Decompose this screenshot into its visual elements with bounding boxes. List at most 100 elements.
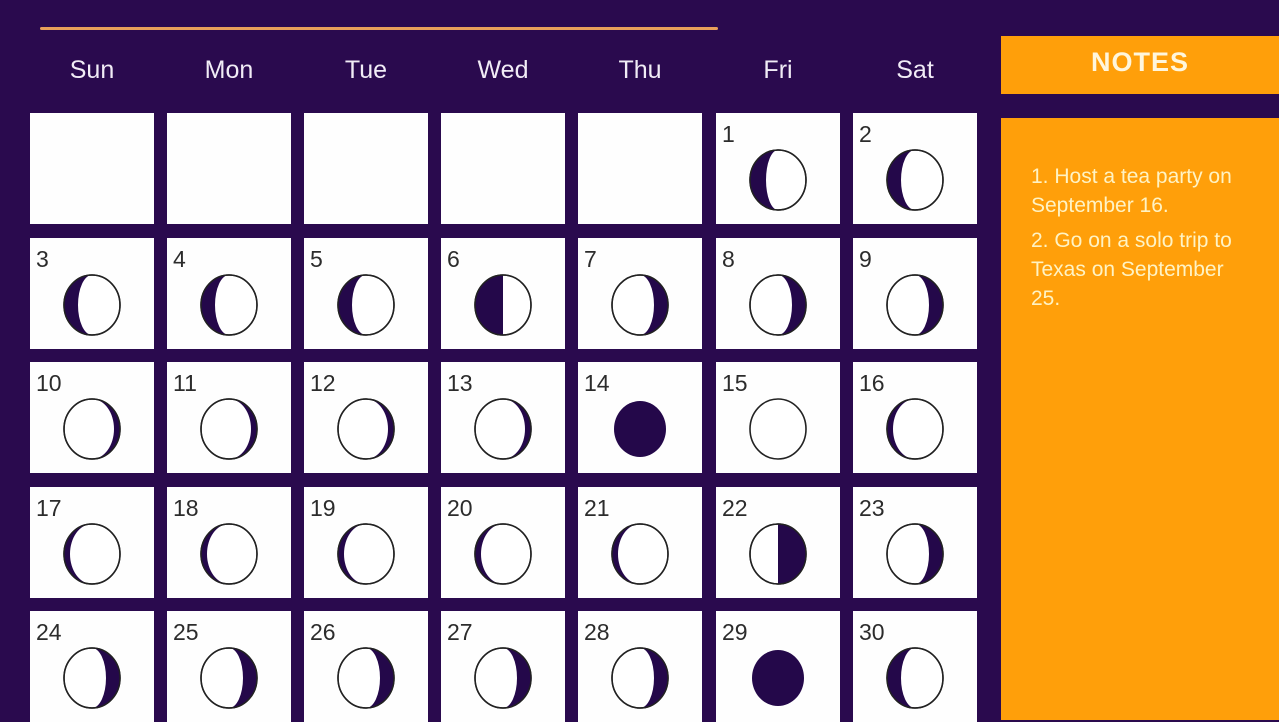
- moon-phase-icon: [474, 274, 532, 336]
- day-cell[interactable]: 18: [167, 487, 291, 598]
- day-cell[interactable]: 23: [853, 487, 977, 598]
- day-number: 21: [584, 495, 610, 521]
- day-number: 28: [584, 619, 610, 645]
- day-number: 7: [584, 246, 597, 272]
- moon-phase-icon: [749, 398, 807, 460]
- empty-day-cell: [30, 113, 154, 224]
- moon-phase-icon: [611, 274, 669, 336]
- day-cell[interactable]: 12: [304, 362, 428, 473]
- day-number: 8: [722, 246, 735, 272]
- day-number: 11: [173, 370, 197, 396]
- day-number: 19: [310, 495, 336, 521]
- day-cell[interactable]: 17: [30, 487, 154, 598]
- moon-phase-icon: [63, 523, 121, 585]
- day-cell[interactable]: 20: [441, 487, 565, 598]
- moon-phase-icon: [611, 523, 669, 585]
- day-cell[interactable]: 22: [716, 487, 840, 598]
- weekday-label: Mon: [204, 56, 254, 84]
- day-cell[interactable]: 5: [304, 238, 428, 349]
- day-cell[interactable]: 30: [853, 611, 977, 722]
- day-number: 20: [447, 495, 473, 521]
- day-cell[interactable]: 8: [716, 238, 840, 349]
- day-number: 10: [36, 370, 62, 396]
- day-number: 25: [173, 619, 199, 645]
- day-number: 6: [447, 246, 460, 272]
- day-cell[interactable]: 16: [853, 362, 977, 473]
- moon-phase-icon: [200, 647, 258, 709]
- day-number: 17: [36, 495, 62, 521]
- day-cell[interactable]: 15: [716, 362, 840, 473]
- day-number: 2: [859, 121, 872, 147]
- day-cell[interactable]: 28: [578, 611, 702, 722]
- day-number: 26: [310, 619, 336, 645]
- weekday-label: Tue: [344, 56, 388, 84]
- moon-phase-icon: [474, 398, 532, 460]
- day-number: 9: [859, 246, 872, 272]
- empty-day-cell: [441, 113, 565, 224]
- day-cell[interactable]: 14: [578, 362, 702, 473]
- weekday-label: Sun: [69, 56, 115, 84]
- day-cell[interactable]: 6: [441, 238, 565, 349]
- moon-phase-icon: [749, 149, 807, 211]
- weekday-label: Sat: [896, 56, 934, 84]
- day-cell[interactable]: 13: [441, 362, 565, 473]
- moon-phase-icon: [337, 523, 395, 585]
- moon-phase-icon: [200, 523, 258, 585]
- day-number: 18: [173, 495, 199, 521]
- day-number: 23: [859, 495, 885, 521]
- day-cell[interactable]: 4: [167, 238, 291, 349]
- day-number: 13: [447, 370, 473, 396]
- moon-phase-icon: [886, 149, 944, 211]
- moon-phase-icon: [337, 647, 395, 709]
- day-cell[interactable]: 3: [30, 238, 154, 349]
- day-cell[interactable]: 26: [304, 611, 428, 722]
- day-cell[interactable]: 1: [716, 113, 840, 224]
- moon-phase-icon: [886, 274, 944, 336]
- day-cell[interactable]: 25: [167, 611, 291, 722]
- weekday-label: Wed: [477, 56, 529, 84]
- moon-phase-icon: [200, 398, 258, 460]
- empty-day-cell: [304, 113, 428, 224]
- day-number: 22: [722, 495, 748, 521]
- weekday-label: Fri: [763, 56, 793, 84]
- day-cell[interactable]: 29: [716, 611, 840, 722]
- day-number: 15: [722, 370, 748, 396]
- moon-phase-icon: [886, 647, 944, 709]
- day-cell[interactable]: 9: [853, 238, 977, 349]
- day-number: 29: [722, 619, 748, 645]
- day-cell[interactable]: 19: [304, 487, 428, 598]
- day-number: 12: [310, 370, 336, 396]
- header-divider: [40, 27, 718, 30]
- moon-phase-icon: [63, 398, 121, 460]
- day-number: 3: [36, 246, 49, 272]
- note-item: 1. Host a tea party on September 16.: [1031, 165, 1232, 217]
- weekday-label: Thu: [618, 56, 662, 84]
- moon-phase-icon: [337, 274, 395, 336]
- day-number: 14: [584, 370, 610, 396]
- moon-phase-icon: [749, 523, 807, 585]
- day-number: 30: [859, 619, 885, 645]
- moon-phase-icon: [200, 274, 258, 336]
- moon-phase-icon: [886, 398, 944, 460]
- moon-phase-icon: [614, 401, 666, 457]
- day-cell[interactable]: 7: [578, 238, 702, 349]
- day-cell[interactable]: 21: [578, 487, 702, 598]
- empty-day-cell: [167, 113, 291, 224]
- day-number: 1: [722, 121, 735, 147]
- moon-phase-icon: [611, 647, 669, 709]
- moon-phase-icon: [752, 650, 804, 706]
- day-number: 16: [859, 370, 885, 396]
- notes-panel[interactable]: 1. Host a tea party on September 16. 2. …: [1001, 118, 1279, 720]
- day-cell[interactable]: 11: [167, 362, 291, 473]
- moon-phase-icon: [63, 274, 121, 336]
- moon-phase-icon: [63, 647, 121, 709]
- moon-phase-icon: [474, 523, 532, 585]
- moon-phase-icon: [749, 274, 807, 336]
- note-item: 2. Go on a solo trip to Texas on Septemb…: [1031, 229, 1232, 310]
- day-cell[interactable]: 27: [441, 611, 565, 722]
- day-cell[interactable]: 24: [30, 611, 154, 722]
- day-cell[interactable]: 2: [853, 113, 977, 224]
- notes-title: NOTES: [1001, 36, 1279, 94]
- moon-phase-icon: [337, 398, 395, 460]
- day-cell[interactable]: 10: [30, 362, 154, 473]
